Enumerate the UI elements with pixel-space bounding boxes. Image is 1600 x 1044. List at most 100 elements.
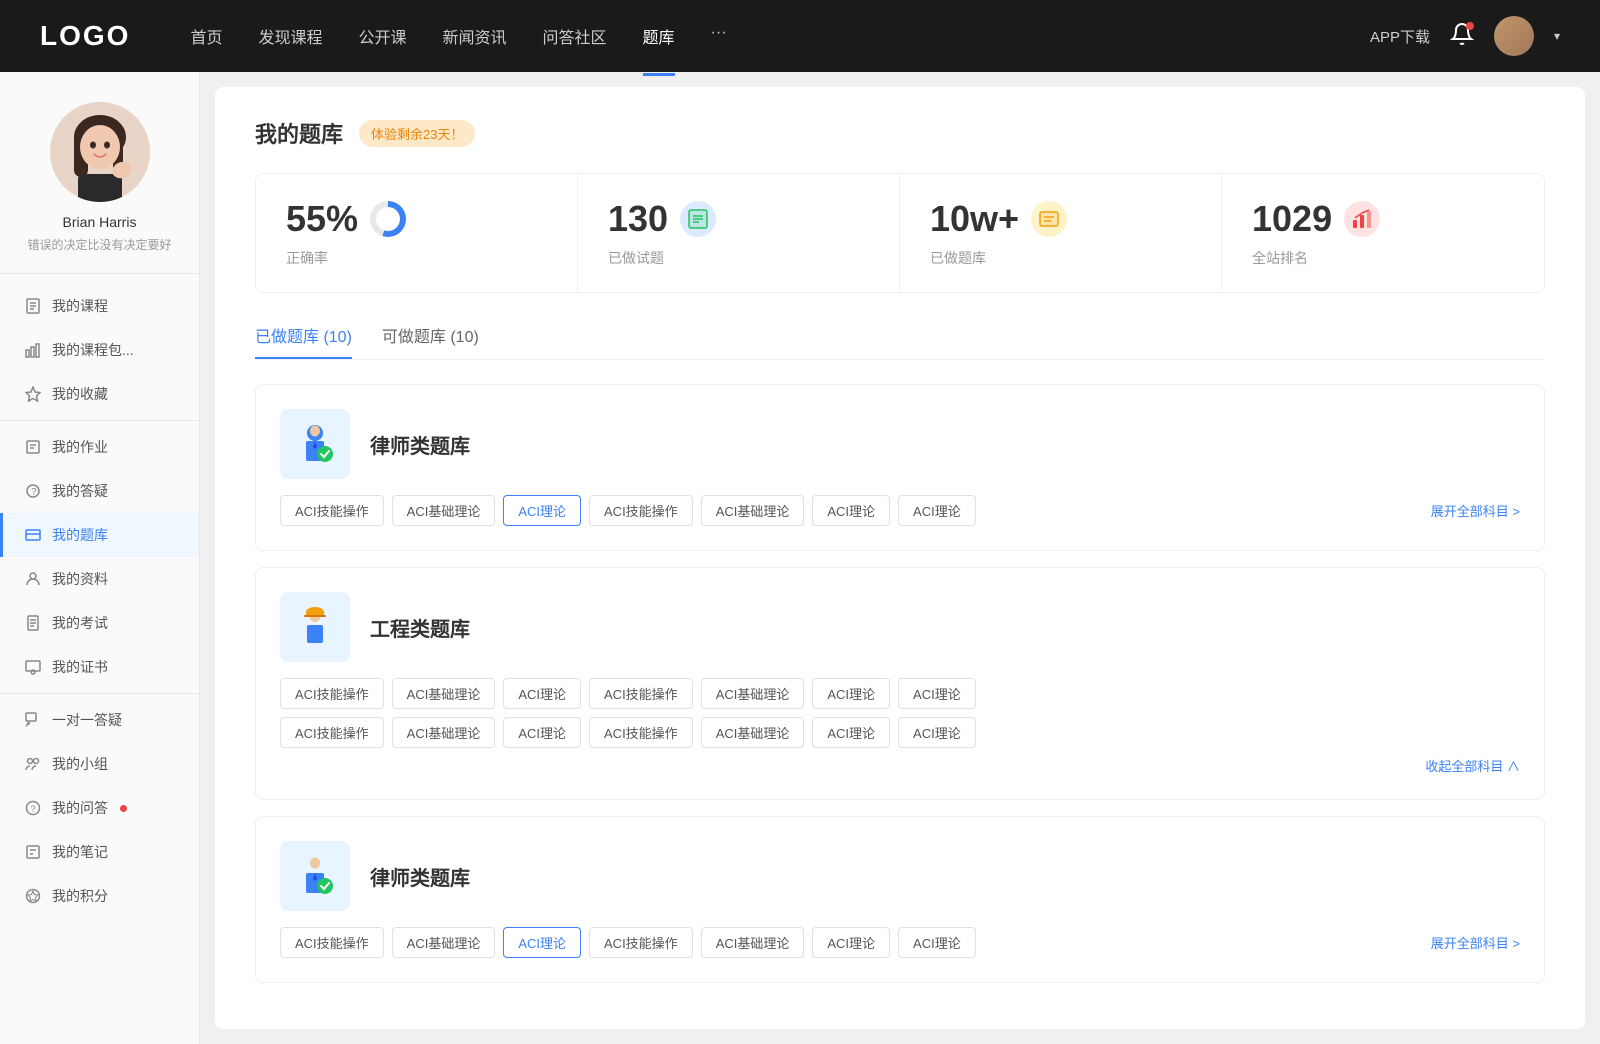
qbank-tag-1-r1-1[interactable]: ACI基础理论 — [392, 678, 496, 709]
engineer-svg-1 — [290, 602, 340, 652]
sidebar: Brian Harris 错误的决定比没有决定要好 我的课程 我的课程包... — [0, 72, 200, 1044]
stat-value-rank: 1029 — [1252, 198, 1332, 240]
qbank-tag-1-r2-6[interactable]: ACI理论 — [898, 717, 976, 748]
logo: LOGO — [40, 20, 130, 52]
qbank-icon-lawyer-2 — [280, 841, 350, 911]
sidebar-profile: Brian Harris 错误的决定比没有决定要好 — [0, 102, 199, 274]
qbank-tag-2-6[interactable]: ACI理论 — [898, 927, 976, 958]
qbank-name-1: 工程类题库 — [370, 613, 470, 642]
sidebar-item-favorites[interactable]: 我的收藏 — [0, 372, 199, 416]
trial-badge: 体验剩余23天！ — [359, 120, 475, 147]
bank-icon — [24, 526, 42, 544]
sidebar-username: Brian Harris — [20, 214, 179, 230]
menu-divider-1 — [0, 420, 199, 421]
sidebar-item-coursepack[interactable]: 我的课程包... — [0, 328, 199, 372]
qbank-tag-1-r2-2[interactable]: ACI理论 — [503, 717, 581, 748]
stat-value-accuracy: 55% — [286, 198, 358, 240]
qbank-tag-2-4[interactable]: ACI基础理论 — [701, 927, 805, 958]
chart-bar-icon — [24, 341, 42, 359]
stat-accuracy: 55% 正确率 — [256, 174, 578, 292]
stat-label-banks: 已做题库 — [930, 248, 1191, 268]
sidebar-menu: 我的课程 我的课程包... 我的收藏 我的作业 — [0, 274, 199, 928]
sidebar-item-mydata[interactable]: 我的资料 — [0, 557, 199, 601]
user-dropdown-arrow[interactable]: ▾ — [1554, 29, 1560, 43]
sidebar-item-homework[interactable]: 我的作业 — [0, 425, 199, 469]
qbank-card-0: 律师类题库 ACI技能操作 ACI基础理论 ACI理论 ACI技能操作 ACI基… — [255, 384, 1545, 551]
app-download-button[interactable]: APP下载 — [1370, 26, 1430, 47]
nav-home[interactable]: 首页 — [190, 24, 222, 48]
sidebar-item-answerqa[interactable]: ? 我的答疑 — [0, 469, 199, 513]
qbank-tag-1-r2-5[interactable]: ACI理论 — [812, 717, 890, 748]
qbank-tag-1-r1-5[interactable]: ACI理论 — [812, 678, 890, 709]
qbank-tags-0: ACI技能操作 ACI基础理论 ACI理论 ACI技能操作 ACI基础理论 AC… — [280, 495, 976, 526]
qbank-name-0: 律师类题库 — [370, 430, 470, 459]
nav-news[interactable]: 新闻资讯 — [443, 24, 507, 48]
avatar-illustration — [50, 102, 150, 202]
nav-discover[interactable]: 发现课程 — [258, 24, 322, 48]
nav-more[interactable]: ··· — [711, 24, 727, 48]
qbank-tag-0-1[interactable]: ACI基础理论 — [392, 495, 496, 526]
qbank-name-2: 律师类题库 — [370, 862, 470, 891]
qbank-tag-1-r1-3[interactable]: ACI技能操作 — [589, 678, 693, 709]
nav-bank[interactable]: 题库 — [643, 24, 675, 48]
qbank-tag-0-5[interactable]: ACI理论 — [812, 495, 890, 526]
stat-top-accuracy: 55% — [286, 198, 547, 240]
svg-text:?: ? — [31, 804, 36, 814]
qbank-expand-0[interactable]: 展开全部科目 > — [1431, 501, 1520, 520]
qbank-tag-2-2[interactable]: ACI理论 — [503, 927, 581, 958]
stat-value-banks: 10w+ — [930, 198, 1019, 240]
qbank-collapse-1[interactable]: 收起全部科目 ∧ — [280, 756, 1520, 775]
tutor-icon — [24, 711, 42, 729]
qbank-tag-1-r2-0[interactable]: ACI技能操作 — [280, 717, 384, 748]
qbank-expand-2[interactable]: 展开全部科目 > — [1431, 933, 1520, 952]
qbank-tag-2-5[interactable]: ACI理论 — [812, 927, 890, 958]
stat-label-accuracy: 正确率 — [286, 248, 547, 268]
done-questions-icon — [680, 201, 716, 237]
stat-value-done: 130 — [608, 198, 668, 240]
profile-icon — [24, 570, 42, 588]
qbank-tag-1-r1-2[interactable]: ACI理论 — [503, 678, 581, 709]
stat-done-banks: 10w+ 已做题库 — [900, 174, 1222, 292]
stat-top-banks: 10w+ — [930, 198, 1191, 240]
user-avatar[interactable] — [1494, 16, 1534, 56]
qbank-tag-1-r2-1[interactable]: ACI基础理论 — [392, 717, 496, 748]
main-content: 我的题库 体验剩余23天！ 55% 正确率 130 — [215, 87, 1585, 1029]
qbank-tag-2-0[interactable]: ACI技能操作 — [280, 927, 384, 958]
stat-top-done: 130 — [608, 198, 869, 240]
qbank-tag-0-3[interactable]: ACI技能操作 — [589, 495, 693, 526]
qbank-tag-0-0[interactable]: ACI技能操作 — [280, 495, 384, 526]
qbank-tag-0-2[interactable]: ACI理论 — [503, 495, 581, 526]
qbank-tag-2-1[interactable]: ACI基础理论 — [392, 927, 496, 958]
sidebar-avatar — [50, 102, 150, 202]
nav-opencourse[interactable]: 公开课 — [358, 24, 406, 48]
sidebar-item-mybank[interactable]: 我的题库 — [0, 513, 199, 557]
cert-icon — [24, 658, 42, 676]
sidebar-item-tutor[interactable]: 一对一答疑 — [0, 698, 199, 742]
group-icon — [24, 755, 42, 773]
qbank-tag-0-6[interactable]: ACI理论 — [898, 495, 976, 526]
qa-icon: ? — [24, 482, 42, 500]
qbank-tag-0-4[interactable]: ACI基础理论 — [701, 495, 805, 526]
nav-menu: 首页 发现课程 公开课 新闻资讯 问答社区 题库 ··· — [190, 24, 1370, 48]
qbank-tag-1-r1-4[interactable]: ACI基础理论 — [701, 678, 805, 709]
star-icon — [24, 385, 42, 403]
sidebar-item-exam[interactable]: 我的考试 — [0, 601, 199, 645]
sidebar-item-mycourse[interactable]: 我的课程 — [0, 284, 199, 328]
qbank-header-2: 律师类题库 — [280, 841, 1520, 911]
navbar: LOGO 首页 发现课程 公开课 新闻资讯 问答社区 题库 ··· APP下载 … — [0, 0, 1600, 72]
qbank-tag-1-r1-0[interactable]: ACI技能操作 — [280, 678, 384, 709]
notification-bell[interactable] — [1450, 22, 1474, 51]
sidebar-item-notes[interactable]: 我的笔记 — [0, 830, 199, 874]
qbank-tag-1-r1-6[interactable]: ACI理论 — [898, 678, 976, 709]
sidebar-item-myquestion[interactable]: ? 我的问答 — [0, 786, 199, 830]
qbank-tag-1-r2-4[interactable]: ACI基础理论 — [701, 717, 805, 748]
sidebar-item-cert[interactable]: 我的证书 — [0, 645, 199, 689]
notification-dot — [1466, 22, 1474, 30]
nav-qa[interactable]: 问答社区 — [543, 24, 607, 48]
sidebar-item-group[interactable]: 我的小组 — [0, 742, 199, 786]
tab-done-banks[interactable]: 已做题库 (10) — [255, 323, 352, 359]
qbank-tag-2-3[interactable]: ACI技能操作 — [589, 927, 693, 958]
tab-available-banks[interactable]: 可做题库 (10) — [382, 323, 479, 359]
qbank-tag-1-r2-3[interactable]: ACI技能操作 — [589, 717, 693, 748]
sidebar-item-points[interactable]: 我的积分 — [0, 874, 199, 918]
